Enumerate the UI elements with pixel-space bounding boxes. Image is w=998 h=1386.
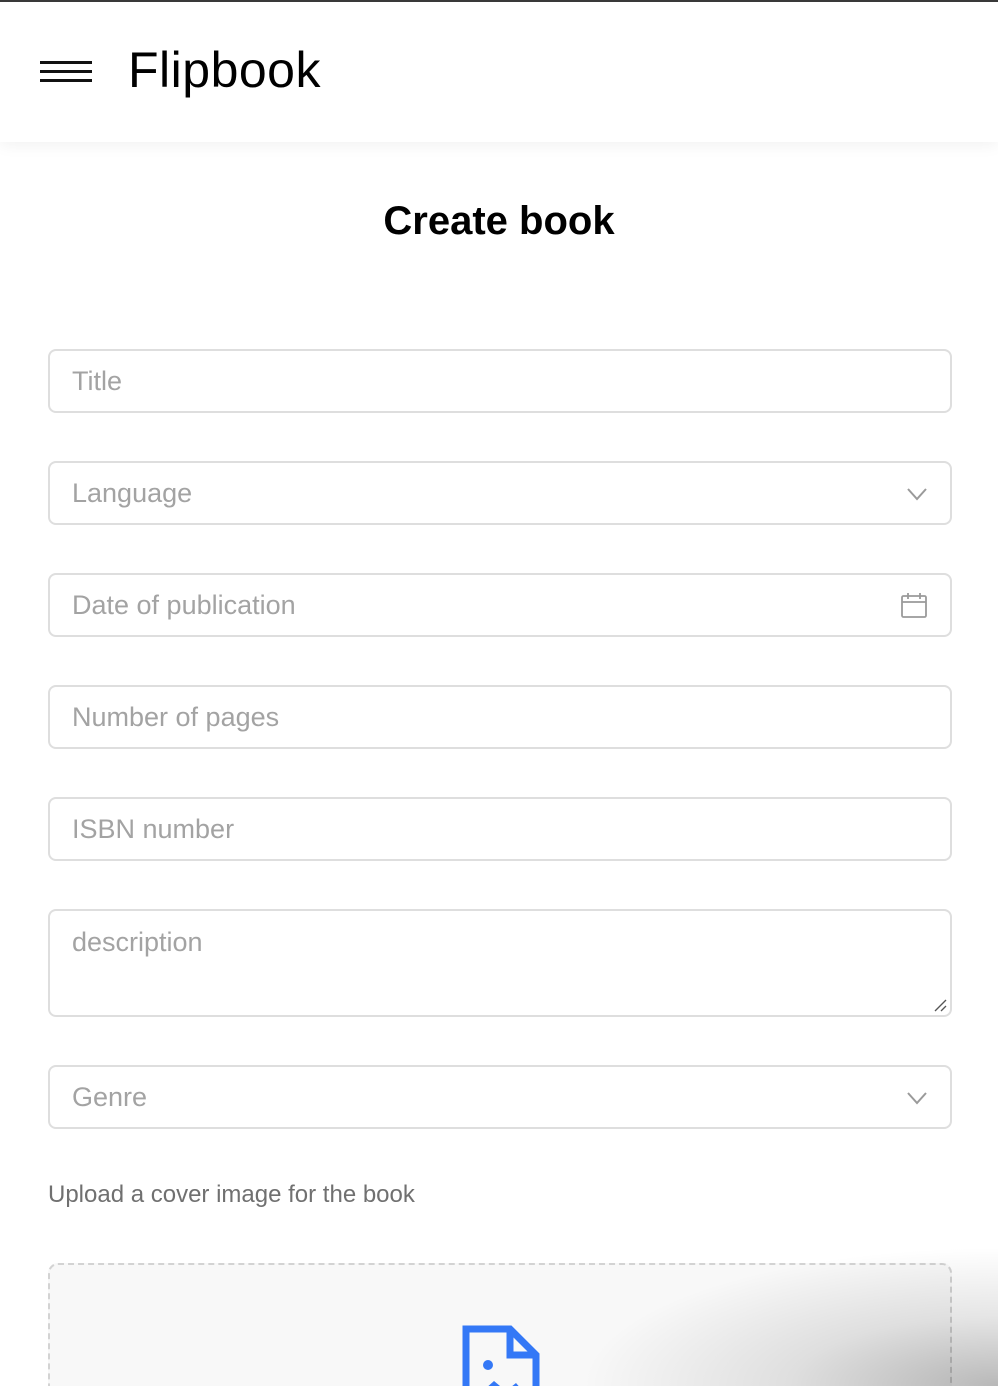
file-image-icon — [462, 1325, 540, 1386]
genre-select-value[interactable]: Genre — [72, 1067, 882, 1127]
description-field — [48, 909, 952, 1017]
date-of-publication-input[interactable] — [72, 575, 882, 635]
isbn-field — [48, 797, 952, 861]
chevron-down-icon — [907, 488, 927, 501]
cover-image-dropzone[interactable] — [48, 1263, 952, 1386]
title-input[interactable] — [72, 351, 882, 411]
resize-grip-icon[interactable] — [932, 997, 948, 1013]
date-of-publication-field — [48, 573, 952, 637]
description-textarea[interactable] — [72, 925, 882, 1005]
create-book-page: Flipbook Create book Language Genre — [0, 0, 998, 1386]
chevron-down-icon — [907, 1092, 927, 1105]
genre-select[interactable]: Genre — [48, 1065, 952, 1129]
app-header: Flipbook — [0, 2, 998, 142]
isbn-input[interactable] — [72, 799, 882, 859]
language-select[interactable]: Language — [48, 461, 952, 525]
language-select-value[interactable]: Language — [72, 463, 882, 523]
calendar-icon[interactable] — [900, 591, 928, 619]
number-of-pages-field — [48, 685, 952, 749]
upload-cover-label: Upload a cover image for the book — [48, 1181, 415, 1208]
title-field — [48, 349, 952, 413]
page-title: Create book — [383, 199, 615, 243]
brand-logo-text[interactable]: Flipbook — [128, 40, 321, 100]
hamburger-menu-icon[interactable] — [40, 57, 92, 87]
number-of-pages-input[interactable] — [72, 687, 882, 747]
